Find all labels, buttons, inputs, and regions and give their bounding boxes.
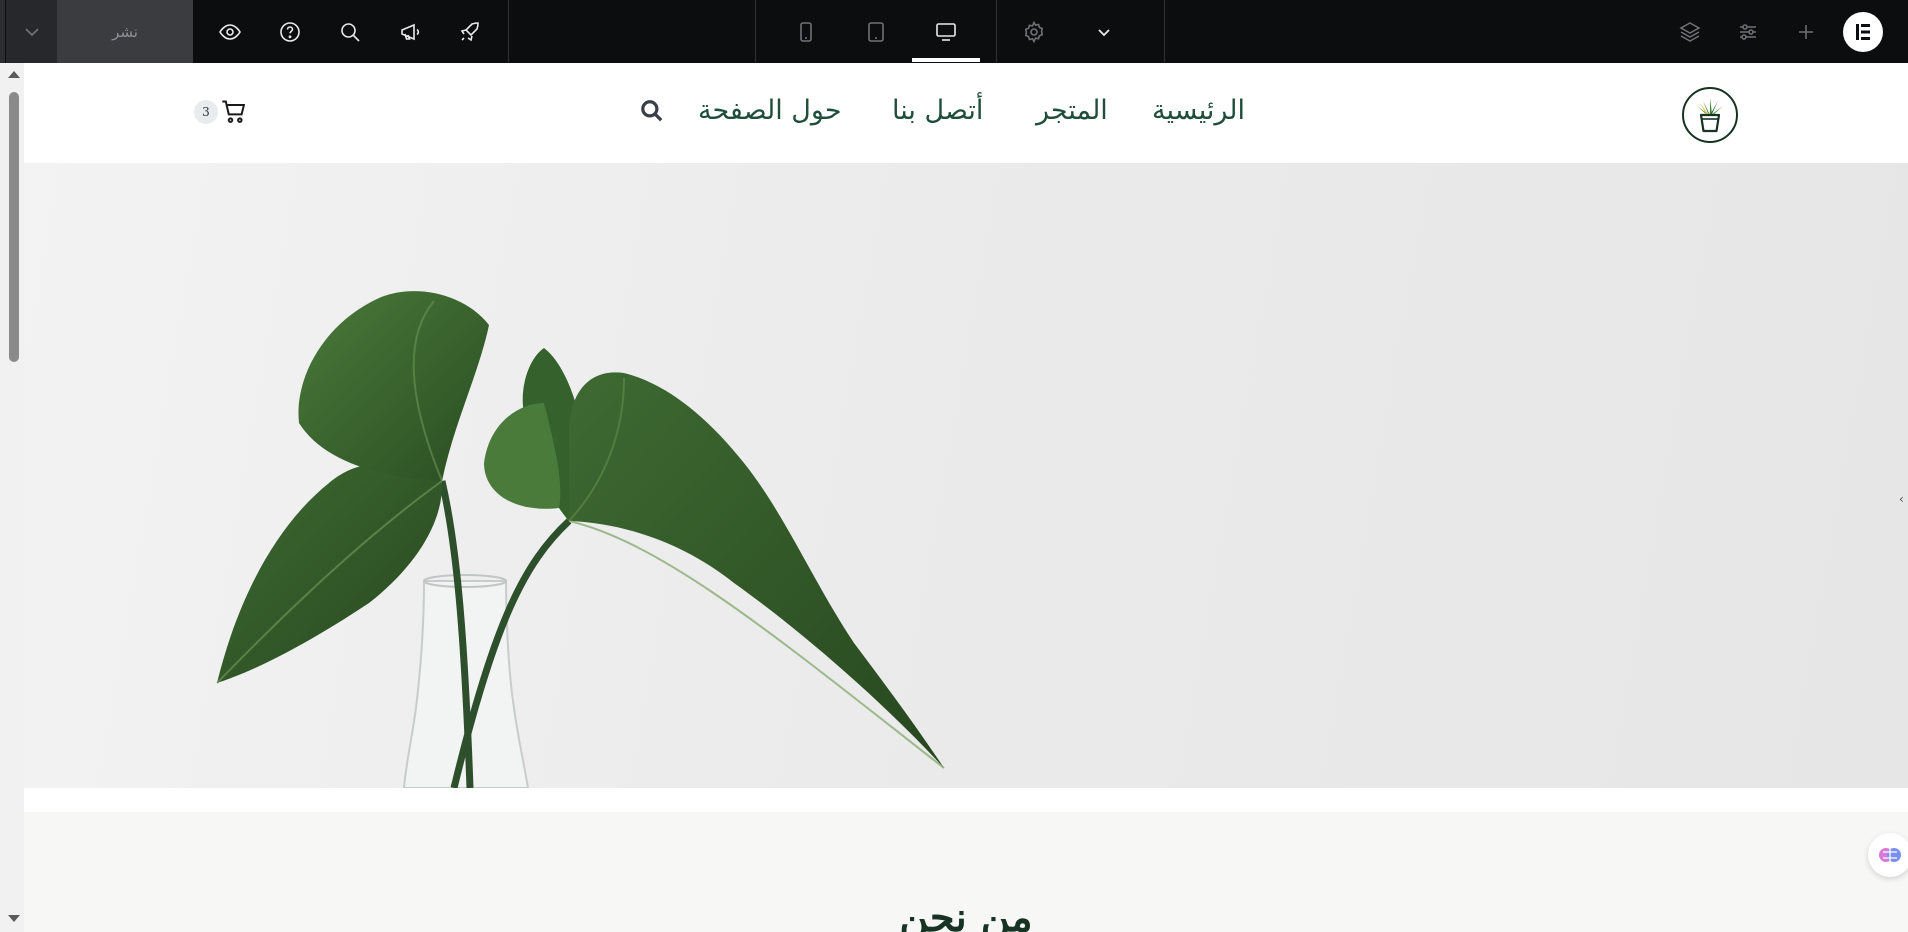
- tablet-icon: [868, 21, 884, 42]
- structure-button[interactable]: [1666, 0, 1714, 63]
- help-icon: [280, 21, 300, 42]
- editor-top-bar: نشر: [0, 0, 1908, 63]
- plant-pot-logo-icon: [1697, 98, 1723, 133]
- chevron-left-icon: ‹: [1899, 492, 1904, 506]
- whats-new-button[interactable]: [386, 0, 434, 63]
- sliders-icon: [1740, 23, 1756, 40]
- device-mobile-button[interactable]: [782, 0, 830, 63]
- plus-icon: [1799, 24, 1813, 39]
- elementor-menu-button[interactable]: [1843, 12, 1883, 52]
- cart-icon: [222, 100, 246, 123]
- layers-icon: [1679, 21, 1701, 42]
- mobile-icon: [800, 21, 812, 42]
- scroll-down-arrow[interactable]: [8, 915, 20, 922]
- site-settings-button[interactable]: [1724, 0, 1772, 63]
- search-icon: [341, 22, 360, 42]
- add-element-button[interactable]: [1782, 0, 1830, 63]
- desktop-icon: [936, 22, 956, 41]
- panel-toggle-button[interactable]: ‹: [1896, 468, 1908, 532]
- finder-button[interactable]: [326, 0, 374, 63]
- active-device-indicator: [912, 58, 980, 62]
- page-settings-button[interactable]: [1010, 0, 1058, 63]
- ai-brain-icon: [1879, 848, 1901, 862]
- device-tablet-button[interactable]: [852, 0, 900, 63]
- announcement-icon: [401, 23, 420, 40]
- more-options-button[interactable]: [1080, 0, 1128, 63]
- cart-button[interactable]: 3: [194, 98, 254, 128]
- publish-options-button[interactable]: [6, 0, 57, 63]
- site-logo[interactable]: [1682, 87, 1738, 143]
- toolbar-divider: [755, 0, 756, 63]
- scrollbar-thumb[interactable]: [9, 92, 19, 362]
- cart-count-badge: 3: [194, 100, 218, 124]
- toolbar-divider: [508, 0, 509, 63]
- scroll-up-arrow[interactable]: [8, 71, 20, 78]
- about-title: من نحن: [899, 894, 1033, 932]
- about-section: من نحن: [24, 812, 1908, 932]
- plant-leaves-photo: [216, 291, 945, 788]
- rocket-icon: [460, 21, 479, 41]
- ai-assistant-button[interactable]: [1868, 833, 1908, 877]
- help-button[interactable]: [266, 0, 314, 63]
- launchpad-button[interactable]: [446, 0, 494, 63]
- preview-button[interactable]: [206, 0, 254, 63]
- toolbar-divider: [1164, 0, 1165, 63]
- nav-link-home[interactable]: الرئيسية: [1152, 95, 1245, 126]
- chevron-down-icon: [1098, 28, 1110, 36]
- nav-link-contact[interactable]: أتصل بنا: [892, 95, 983, 126]
- nav-link-about[interactable]: حول الصفحة: [698, 95, 842, 126]
- device-desktop-button[interactable]: [922, 0, 970, 63]
- nav-link-shop[interactable]: المتجر: [1036, 95, 1108, 126]
- site-header: 3 حول الصفحة أتصل بنا المتجر الرئيسية: [24, 63, 1908, 163]
- publish-button[interactable]: نشر: [57, 0, 193, 63]
- eye-icon: [219, 23, 241, 40]
- toolbar-divider: [996, 0, 997, 63]
- elementor-logo-icon: [1856, 24, 1870, 40]
- search-icon[interactable]: [639, 98, 665, 124]
- chevron-down-icon: [24, 27, 39, 36]
- hero-image: [24, 163, 1908, 788]
- gear-icon: [1024, 20, 1044, 43]
